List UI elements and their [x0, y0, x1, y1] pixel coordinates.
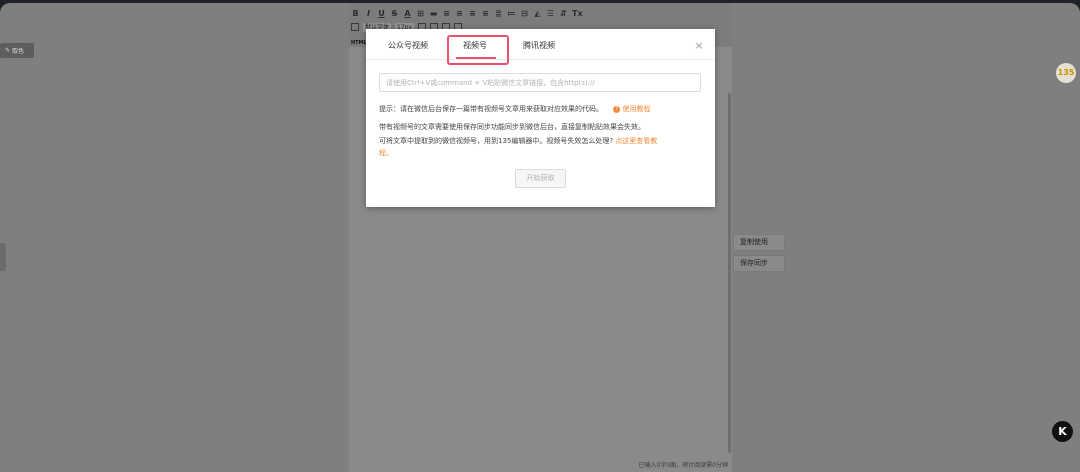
indent-button[interactable]: ⊟ [520, 9, 529, 18]
active-tab-highlight [447, 35, 509, 65]
tab-official-video[interactable]: 公众号视频 [388, 40, 428, 51]
html-mode-label[interactable]: HTML [351, 40, 367, 46]
tutorial-link[interactable]: 使用教程 [622, 105, 650, 113]
note-line-1: 带有视频号的文章需要使用保存同步功能同步到微信后台，直接复制粘贴效果会失效。 [379, 123, 645, 131]
background-button[interactable]: ▬ [429, 9, 438, 18]
list-button[interactable]: ≔ [507, 9, 516, 18]
left-panel-handle[interactable] [0, 243, 6, 271]
color-tag-label: 取色 [12, 48, 25, 55]
align-justify-button[interactable]: ≡ [481, 9, 490, 18]
help-icon: ? [613, 105, 621, 113]
app-screen: ✎ 取色 B I U S A ⊞ ▬ ≡ ≡ ≡ ≡ ≣ ≔ ⊟ ◭ ☰ ⇵ T… [0, 3, 1080, 472]
k-logo-icon: K [1052, 421, 1073, 442]
align-center-button[interactable]: ≡ [455, 9, 464, 18]
close-icon[interactable]: × [694, 40, 704, 51]
spacing-button[interactable]: ⇵ [559, 9, 568, 18]
clear-format-button[interactable]: Tx [572, 9, 583, 18]
line-spacing-button[interactable]: ≣ [494, 9, 503, 18]
word-count-status: 已输入0字0图，预计阅读需0分钟 [638, 462, 728, 469]
video-import-dialog: 公众号视频 视频号 腾讯视频 × 提示：请在微信后台保存一篇带有视频号文章用来获… [366, 29, 715, 207]
align-right-button[interactable]: ≡ [468, 9, 477, 18]
note-2-text: 可将文章中提取到的微信视频号，用到135编辑器中。视频号失效怎么处理? [379, 137, 614, 145]
pen-icon: ✎ [5, 47, 11, 54]
note-line-2: 可将文章中提取到的微信视频号，用到135编辑器中。视频号失效怎么处理? 点这里查… [379, 136, 657, 146]
editor-scrollbar[interactable] [728, 93, 731, 453]
align-left-button[interactable]: ≡ [442, 9, 451, 18]
tip-text: 提示：请在微信后台保存一篇带有视频号文章用来获取对应效果的代码。 [379, 105, 603, 113]
copy-button[interactable]: 复制使用 [733, 234, 785, 251]
font-color-button[interactable]: A [403, 9, 412, 18]
dialog-tabs: 公众号视频 视频号 腾讯视频 × [366, 29, 715, 65]
file-icon[interactable] [351, 23, 359, 31]
tip-line: 提示：请在微信后台保存一篇带有视频号文章用来获取对应效果的代码。 ? 使用教程 [379, 104, 650, 114]
save-sync-button[interactable]: 保存同步 [733, 255, 785, 272]
italic-button[interactable]: I [364, 9, 373, 18]
bold-button[interactable]: B [351, 9, 360, 18]
paragraph-button[interactable]: ☰ [546, 9, 555, 18]
status-bar: 已输入0字0图，预计阅读需0分钟 [349, 456, 732, 472]
table-button[interactable]: ⊞ [416, 9, 425, 18]
view-tutorial-link-continued[interactable]: 程。 [379, 148, 393, 158]
article-link-input[interactable] [379, 73, 701, 92]
underline-button[interactable]: U [377, 9, 386, 18]
active-tab-underline [456, 57, 496, 59]
shape-button[interactable]: ◭ [533, 9, 542, 18]
strikethrough-button[interactable]: S [390, 9, 399, 18]
color-picker-tag[interactable]: ✎ 取色 [0, 43, 34, 58]
start-fetch-button[interactable]: 开始获取 [515, 169, 566, 188]
tab-tencent-video[interactable]: 腾讯视频 [523, 40, 555, 51]
view-tutorial-link[interactable]: 点这里查看教 [615, 137, 657, 145]
135-logo-icon[interactable]: 135 [1056, 63, 1076, 83]
toolbar-row-1: B I U S A ⊞ ▬ ≡ ≡ ≡ ≡ ≣ ≔ ⊟ ◭ ☰ ⇵ Tx [351, 7, 583, 19]
